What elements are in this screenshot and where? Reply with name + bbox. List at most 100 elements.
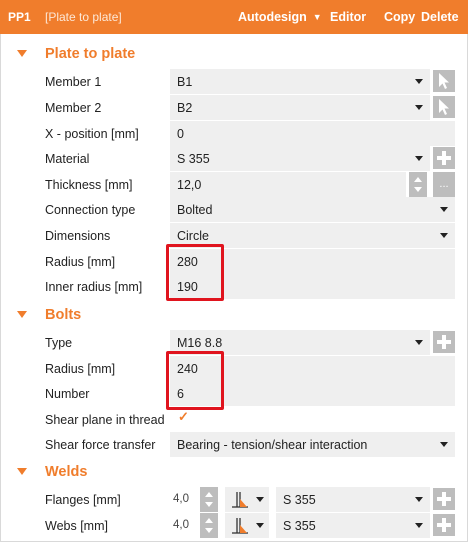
chevron-down-icon (256, 523, 264, 528)
arrow-up-icon (205, 518, 213, 523)
fillet-weld-icon (232, 518, 248, 534)
add-material-button[interactable] (433, 147, 455, 169)
chevron-down-icon (415, 523, 423, 528)
chevron-down-icon: ▼ (312, 12, 322, 22)
member-2-select[interactable]: B2 (170, 95, 430, 120)
shear-plane-checkbox[interactable]: ✓ (178, 409, 189, 425)
arrow-up-icon (414, 177, 422, 182)
thickness-value: 12,0 (177, 178, 202, 192)
cursor-pick-icon (439, 99, 449, 115)
inner-radius-label: Inner radius [mm] (45, 280, 143, 294)
member-1-label: Member 1 (45, 75, 102, 89)
fillet-weld-icon (232, 492, 248, 508)
section-welds[interactable]: Welds (0, 462, 468, 484)
row-flanges: Flanges [mm] 4,0 S 355 (0, 487, 468, 512)
webs-size-stepper[interactable] (200, 513, 218, 538)
flanges-size-stepper[interactable] (200, 487, 218, 512)
connection-type-value: Bolted (177, 203, 213, 217)
section-plate-to-plate[interactable]: Plate to plate (0, 44, 468, 66)
flanges-weld-type-select[interactable] (225, 487, 269, 512)
connection-id: PP1 (8, 10, 31, 24)
webs-material-select[interactable]: S 355 (276, 513, 430, 538)
row-shear-force: Shear force transfer Bearing - tension/s… (0, 432, 468, 457)
thickness-more-button[interactable]: ... (433, 172, 455, 197)
chevron-down-icon (415, 497, 423, 502)
shear-force-value: Bearing - tension/shear interaction (177, 438, 368, 452)
add-bolt-button[interactable] (433, 331, 455, 353)
radius-label: Radius [mm] (45, 255, 116, 269)
chevron-down-icon (415, 105, 423, 110)
member-1-value: B1 (177, 75, 193, 89)
section-bolts[interactable]: Bolts (0, 305, 468, 327)
row-member-2: Member 2 B2 (0, 95, 468, 120)
chevron-down-icon (440, 442, 448, 447)
thickness-stepper[interactable] (409, 172, 427, 197)
bolt-type-label: Type (45, 336, 73, 350)
material-label: Material (45, 152, 90, 166)
shear-force-select[interactable]: Bearing - tension/shear interaction (170, 432, 455, 457)
webs-size-value[interactable]: 4,0 (173, 519, 189, 531)
pick-member-1-button[interactable] (433, 70, 455, 92)
row-webs: Webs [mm] 4,0 S 355 (0, 513, 468, 538)
member-2-label: Member 2 (45, 101, 102, 115)
section-title: Welds (45, 464, 88, 480)
flanges-material-value: S 355 (283, 493, 316, 507)
row-bolt-number: Number 6 (0, 381, 468, 406)
dimensions-value: Circle (177, 229, 209, 243)
flanges-label: Flanges [mm] (45, 493, 121, 507)
x-position-label: X - position [mm] (45, 127, 139, 141)
highlight-box (166, 244, 224, 301)
chevron-down-icon (440, 233, 448, 238)
webs-label: Webs [mm] (45, 519, 108, 533)
connection-name: [Plate to plate] (45, 10, 122, 24)
flanges-size-value[interactable]: 4,0 (173, 493, 189, 505)
material-value: S 355 (177, 152, 210, 166)
row-radius: Radius [mm] 280 (0, 249, 468, 274)
arrow-down-icon (205, 528, 213, 533)
add-webs-material-button[interactable] (433, 514, 455, 536)
cursor-pick-icon (439, 73, 449, 89)
flanges-material-select[interactable]: S 355 (276, 487, 430, 512)
bolt-number-label: Number (45, 387, 90, 401)
member-1-select[interactable]: B1 (170, 69, 430, 94)
shear-plane-label: Shear plane in thread (45, 413, 165, 427)
row-shear-plane: Shear plane in thread ✓ (0, 407, 468, 432)
pick-member-2-button[interactable] (433, 96, 455, 118)
shear-force-label: Shear force transfer (45, 438, 156, 452)
material-select[interactable]: S 355 (170, 146, 430, 171)
row-bolt-radius: Radius [mm] 240 (0, 356, 468, 381)
row-inner-radius: Inner radius [mm] 190 (0, 274, 468, 299)
connection-type-select[interactable]: Bolted (170, 197, 455, 222)
row-thickness: Thickness [mm] 12,0 ... (0, 172, 468, 197)
collapse-triangle-icon[interactable] (17, 50, 27, 57)
chevron-down-icon (440, 207, 448, 212)
collapse-triangle-icon[interactable] (17, 468, 27, 475)
x-position-value: 0 (177, 127, 184, 141)
row-material: Material S 355 (0, 146, 468, 171)
collapse-triangle-icon[interactable] (17, 311, 27, 318)
delete-button[interactable]: Delete (421, 10, 459, 24)
chevron-down-icon (415, 340, 423, 345)
webs-material-value: S 355 (283, 519, 316, 533)
editor-button[interactable]: Editor (330, 10, 366, 24)
webs-weld-type-select[interactable] (225, 513, 269, 538)
row-bolt-type: Type M16 8.8 (0, 330, 468, 355)
section-title: Plate to plate (45, 46, 136, 62)
chevron-down-icon (415, 79, 423, 84)
x-position-input[interactable]: 0 (170, 121, 455, 146)
member-2-value: B2 (177, 101, 193, 115)
row-member-1: Member 1 B1 (0, 69, 468, 94)
arrow-down-icon (414, 187, 422, 192)
title-bar: PP1 [Plate to plate] Autodesign ▼ Editor … (0, 0, 468, 34)
thickness-label: Thickness [mm] (45, 178, 133, 192)
thickness-input[interactable]: 12,0 (170, 172, 406, 197)
chevron-down-icon (256, 497, 264, 502)
autodesign-button[interactable]: Autodesign ▼ (238, 10, 322, 24)
bolt-type-value: M16 8.8 (177, 336, 223, 350)
chevron-down-icon (415, 156, 423, 161)
section-title: Bolts (45, 307, 82, 323)
autodesign-label: Autodesign (238, 10, 307, 24)
add-flanges-material-button[interactable] (433, 488, 455, 510)
row-x-position: X - position [mm] 0 (0, 121, 468, 146)
copy-button[interactable]: Copy (384, 10, 415, 24)
